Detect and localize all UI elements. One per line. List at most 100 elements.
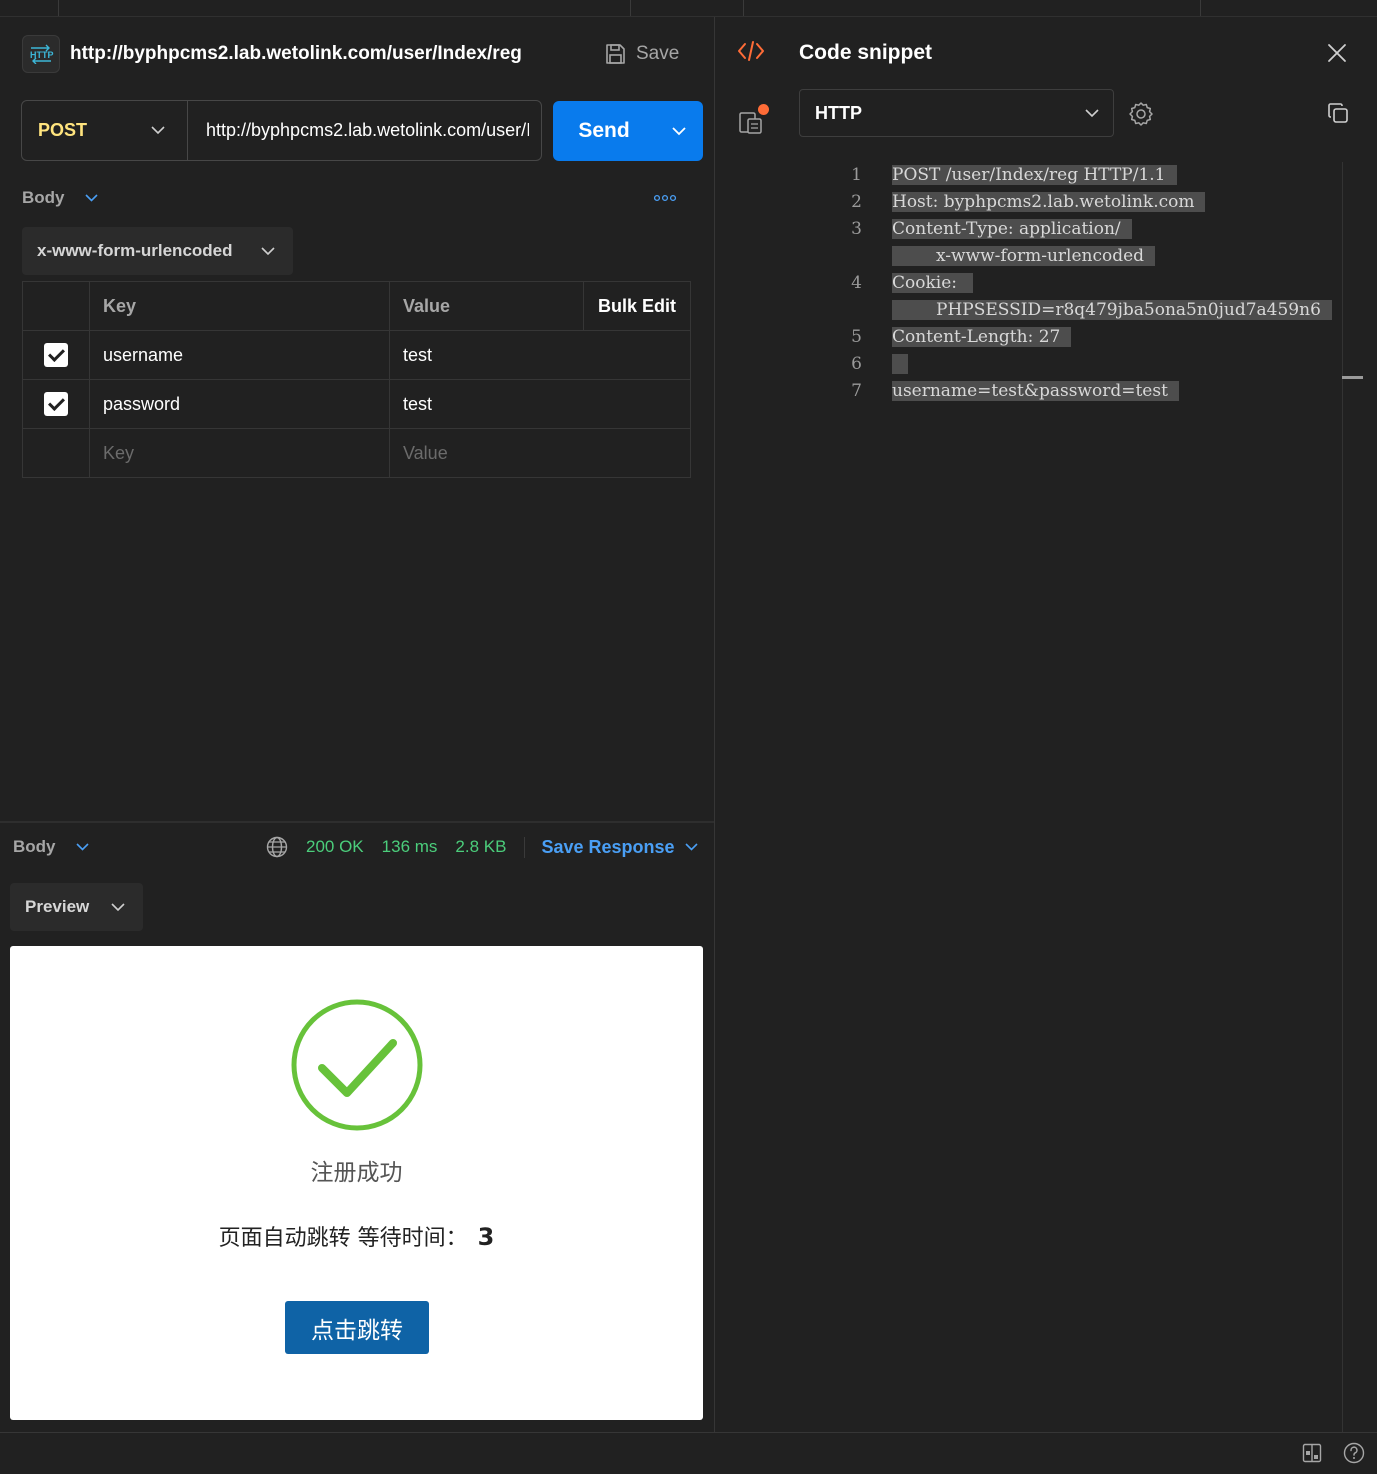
code-editor[interactable]: 1 POST /user/Index/reg HTTP/1.1 2 Host: byp… xyxy=(830,162,1350,405)
key-placeholder[interactable]: Key xyxy=(89,428,390,478)
row-checkbox[interactable] xyxy=(44,343,68,367)
response-size[interactable]: 2.8 KB xyxy=(455,837,506,857)
code-text xyxy=(892,351,909,378)
code-snippet-panel: Code snippet HTTP 1 POST /user/Index/reg … xyxy=(715,17,1377,1432)
code-text-highlight: x-www-form-urlencoded xyxy=(892,246,1156,266)
request-body-tab-row: Body xyxy=(22,187,682,209)
success-message: 注册成功 xyxy=(310,1160,403,1186)
code-line: 1 POST /user/Index/reg HTTP/1.1 xyxy=(830,162,1350,189)
row-checkbox[interactable] xyxy=(44,392,68,416)
line-number: 1 xyxy=(851,165,862,185)
line-number: 7 xyxy=(851,381,862,401)
check-circle-icon xyxy=(291,999,423,1131)
table-row-empty: Key Value xyxy=(22,428,691,478)
copy-icon[interactable] xyxy=(1327,102,1349,124)
more-icon[interactable] xyxy=(653,189,677,205)
code-text: username=test&password=test xyxy=(892,378,1179,405)
notification-dot xyxy=(758,104,769,115)
code-line: 4 Cookie: xyxy=(830,270,1350,297)
code-icon[interactable] xyxy=(737,39,765,63)
chevron-down-icon xyxy=(151,126,165,135)
chevron-down-icon xyxy=(672,126,686,135)
key-column-header: Key xyxy=(89,281,390,331)
request-panel: HTTP http://byphpcms2.lab.wetolink.com/u… xyxy=(0,17,714,1432)
redirect-countdown: 页面自动跳转 等待时间： 3 xyxy=(10,1220,703,1252)
line-number: 3 xyxy=(851,219,862,239)
checkbox-column-header xyxy=(22,281,90,331)
response-time[interactable]: 136 ms xyxy=(382,837,438,857)
chevron-down-icon xyxy=(261,246,275,255)
wait-text: 页面自动跳转 等待时间： xyxy=(218,1226,468,1251)
code-line: 2 Host: byphpcms2.lab.wetolink.com xyxy=(830,189,1350,216)
language-dropdown[interactable]: HTTP xyxy=(799,89,1114,137)
jump-button[interactable]: 点击跳转 xyxy=(285,1301,429,1354)
snippet-title: Code snippet xyxy=(799,41,933,64)
code-text: POST /user/Index/reg HTTP/1.1 xyxy=(892,162,1177,189)
code-text: Cookie: xyxy=(892,270,974,297)
code-text: PHPSESSID=r8q479jba5ona5n0jud7a459n6 xyxy=(892,297,1332,324)
value-cell[interactable]: test xyxy=(389,330,691,380)
tab-divider xyxy=(630,0,631,16)
save-response-button[interactable]: Save Response xyxy=(524,836,698,858)
code-text: Content-Length: 27 xyxy=(892,324,1072,351)
code-text: Content-Type: application/ xyxy=(892,216,1132,243)
send-options-button[interactable] xyxy=(655,101,703,161)
top-tab-strip xyxy=(0,0,1377,17)
body-type-dropdown[interactable]: x-www-form-urlencoded xyxy=(22,227,293,275)
scrollbar-marker[interactable] xyxy=(1342,376,1363,379)
globe-icon[interactable] xyxy=(266,836,288,858)
chevron-down-icon[interactable] xyxy=(84,194,98,202)
code-text-highlight: Host: byphpcms2.lab.wetolink.com xyxy=(892,192,1206,212)
help-icon[interactable] xyxy=(1343,1442,1365,1464)
key-cell[interactable]: username xyxy=(89,330,390,380)
line-number xyxy=(830,243,862,270)
code-line: 6 xyxy=(830,351,1350,378)
status-code[interactable]: 200 OK xyxy=(306,837,364,857)
send-button[interactable]: Send xyxy=(553,101,703,161)
response-divider[interactable] xyxy=(0,821,714,823)
body-tab[interactable]: Body xyxy=(22,188,65,208)
code-text-highlight: PHPSESSID=r8q479jba5ona5n0jud7a459n6 xyxy=(892,300,1332,320)
table-row: password test xyxy=(22,379,691,429)
close-icon[interactable] xyxy=(1327,43,1347,63)
method-select[interactable]: POST xyxy=(22,101,188,160)
request-header: HTTP http://byphpcms2.lab.wetolink.com/u… xyxy=(22,35,692,73)
value-cell[interactable]: test xyxy=(389,379,691,429)
chevron-down-icon[interactable] xyxy=(75,843,89,851)
method-label: POST xyxy=(38,120,88,140)
response-body-tab[interactable]: Body xyxy=(13,837,56,857)
body-type-label: x-www-form-urlencoded xyxy=(37,241,233,260)
value-column-header: Value xyxy=(389,281,584,331)
response-header-row: Body 200 OK 136 ms 2.8 KB Save Response xyxy=(13,836,703,858)
save-label: Save xyxy=(636,43,680,64)
layout-icon[interactable] xyxy=(1302,1443,1322,1463)
request-title[interactable]: http://byphpcms2.lab.wetolink.com/user/I… xyxy=(70,43,522,65)
code-line: x-www-form-urlencoded xyxy=(830,243,1350,270)
chevron-down-icon xyxy=(111,902,125,911)
code-line: 5 Content-Length: 27 xyxy=(830,324,1350,351)
response-preview: 注册成功 页面自动跳转 等待时间： 3 点击跳转 xyxy=(10,946,703,1420)
chevron-down-icon xyxy=(684,843,698,851)
code-text-highlight: Cookie: xyxy=(892,273,974,293)
view-mode-dropdown[interactable]: Preview xyxy=(10,883,143,931)
url-input[interactable] xyxy=(188,101,541,160)
view-mode-label: Preview xyxy=(25,897,90,916)
save-icon xyxy=(606,44,625,64)
line-number: 5 xyxy=(851,327,862,347)
wait-seconds: 3 xyxy=(477,1223,495,1251)
value-placeholder[interactable]: Value xyxy=(389,428,691,478)
code-text-highlight: username=test&password=test xyxy=(892,381,1179,401)
code-text-highlight xyxy=(892,354,909,374)
tab-divider xyxy=(743,0,744,16)
bulk-edit-button[interactable]: Bulk Edit xyxy=(583,281,691,331)
code-line: PHPSESSID=r8q479jba5ona5n0jud7a459n6 xyxy=(830,297,1350,324)
save-button[interactable]: Save xyxy=(604,35,679,73)
code-line: 3 Content-Type: application/ xyxy=(830,216,1350,243)
gear-icon[interactable] xyxy=(1128,101,1154,127)
code-text-highlight: Content-Type: application/ xyxy=(892,219,1132,239)
line-number: 6 xyxy=(851,354,862,374)
status-bar xyxy=(0,1432,1377,1474)
line-number: 4 xyxy=(851,273,862,293)
key-cell[interactable]: password xyxy=(89,379,390,429)
scrollbar-track[interactable] xyxy=(1342,162,1343,1432)
